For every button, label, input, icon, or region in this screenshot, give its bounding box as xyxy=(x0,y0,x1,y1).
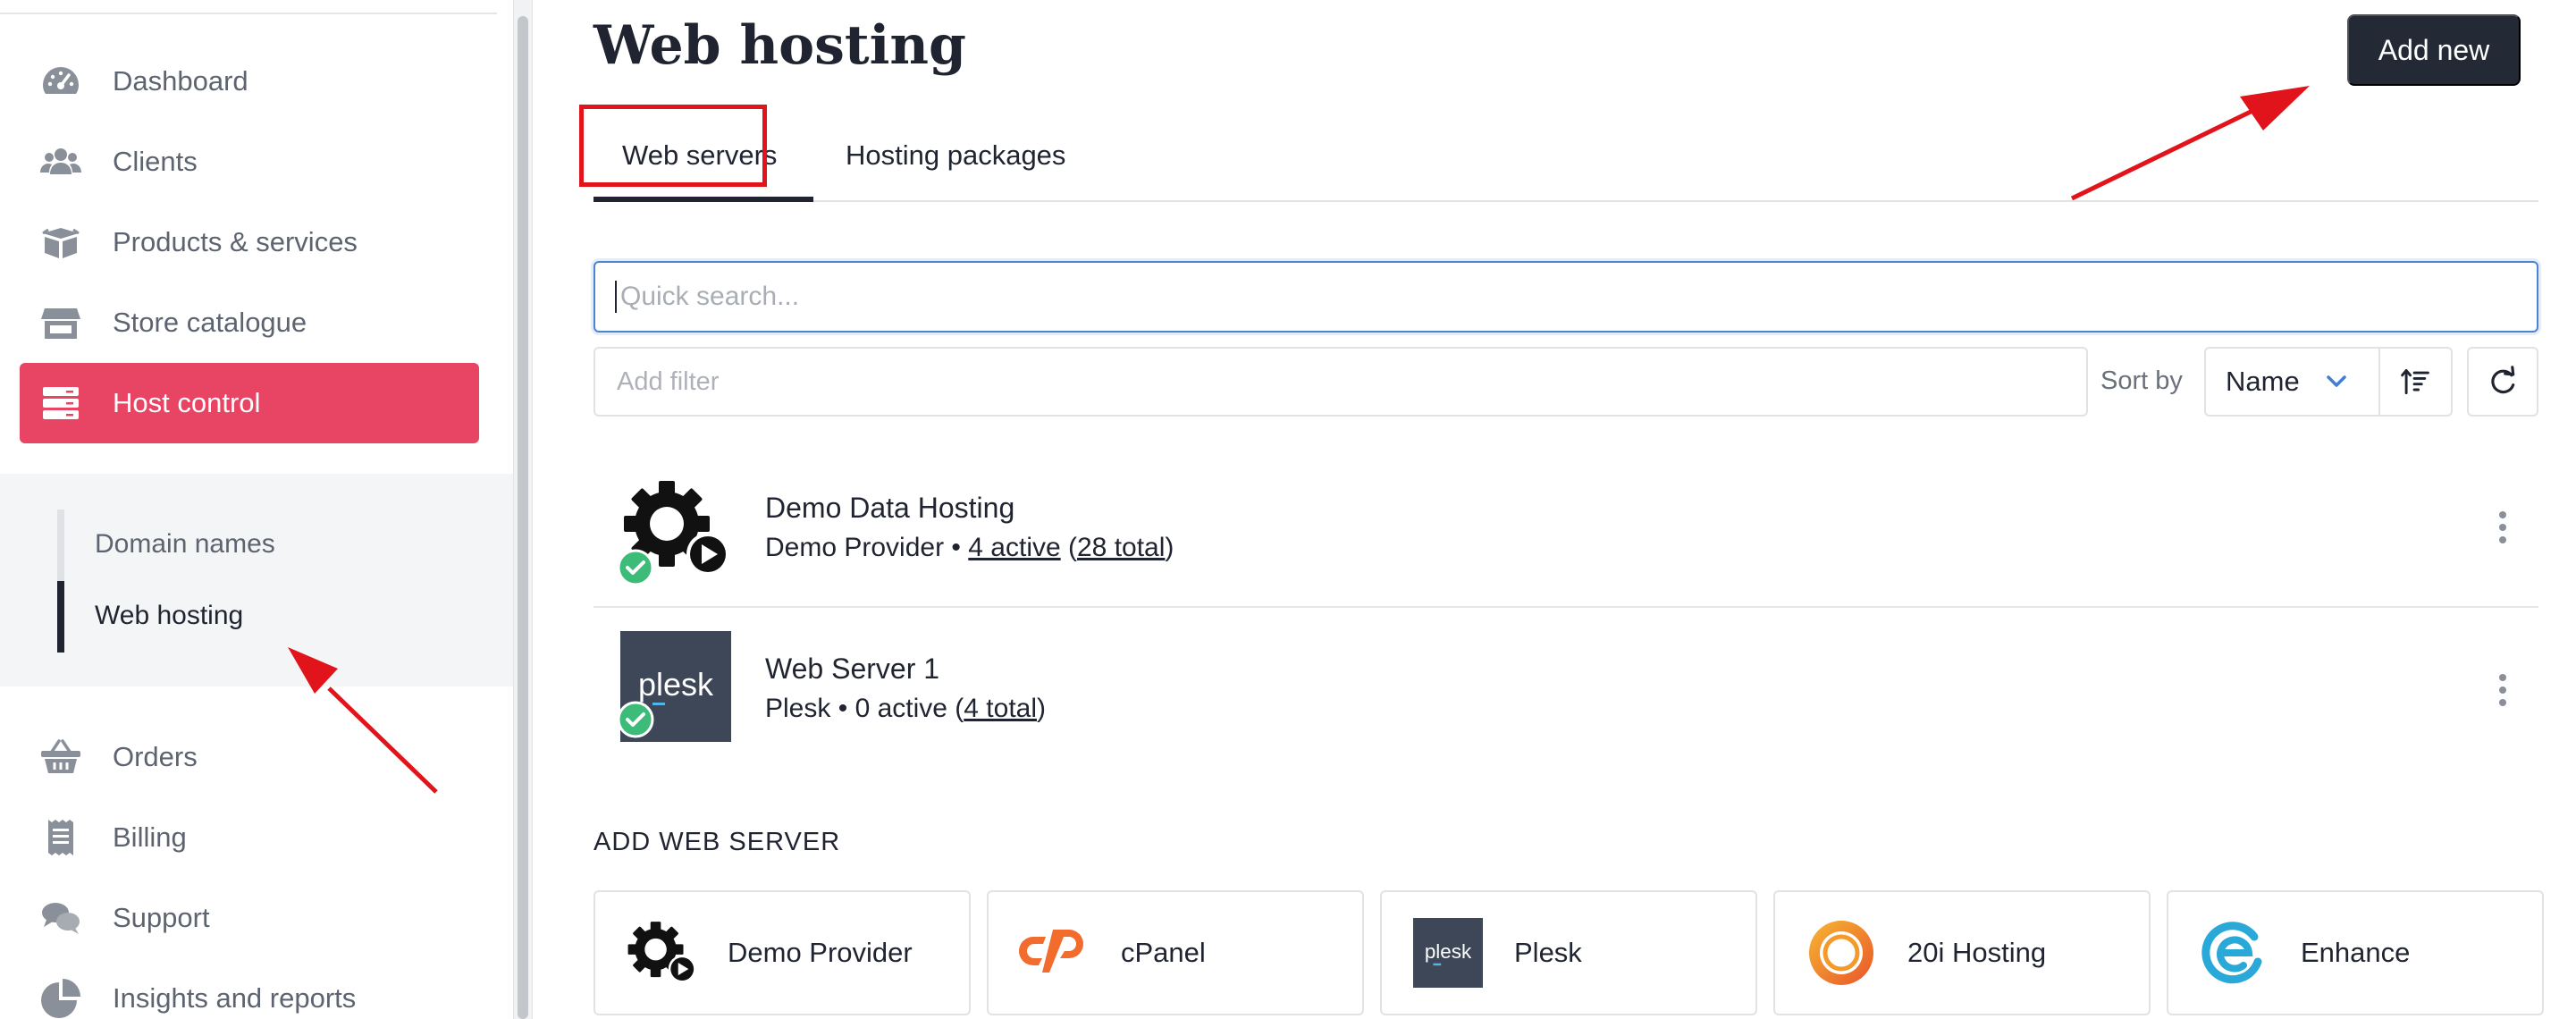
basket-icon xyxy=(38,734,84,780)
sidebar-scrollbar-thumb[interactable] xyxy=(518,16,528,1019)
refresh-button[interactable] xyxy=(2467,347,2538,417)
provider-card-demo-provider[interactable]: Demo Provider xyxy=(593,890,971,1015)
receipt-icon xyxy=(38,814,84,861)
sidebar-item-clients[interactable]: Clients xyxy=(20,122,479,202)
status-check-icon xyxy=(617,701,654,738)
products-icon xyxy=(38,219,84,265)
page-title: Web hosting xyxy=(593,14,967,77)
filter-field[interactable] xyxy=(593,347,2088,417)
tab-hosting-packages[interactable]: Hosting packages xyxy=(846,139,1065,172)
section-heading: ADD WEB SERVER xyxy=(593,828,841,856)
server-icon xyxy=(38,380,84,426)
sidebar-item-label: Clients xyxy=(113,146,198,177)
subnav-active-marker xyxy=(57,581,64,653)
provider-name: Enhance xyxy=(2301,937,2411,968)
sidebar-item-label: Store catalogue xyxy=(113,307,307,338)
chevron-down-icon xyxy=(2326,375,2346,387)
search-input[interactable] xyxy=(620,282,2497,312)
sort-select[interactable]: Name xyxy=(2206,349,2380,415)
more-options-icon[interactable] xyxy=(2496,510,2510,545)
provider-name: 20i Hosting xyxy=(1907,937,2047,968)
provider-name: cPanel xyxy=(1121,937,1206,968)
server-provider: Plesk xyxy=(765,694,831,723)
more-options-icon[interactable] xyxy=(2496,672,2510,708)
total-count-link[interactable]: 28 total xyxy=(1077,533,1165,562)
active-count-link[interactable]: 4 active xyxy=(968,533,1060,562)
tabs-divider xyxy=(593,200,2538,202)
provider-card-cpanel[interactable]: cPanel xyxy=(987,890,1364,1015)
server-name[interactable]: Demo Data Hosting xyxy=(765,492,1014,525)
sidebar-subitem-domain-names[interactable]: Domain names xyxy=(95,529,275,560)
sort-value: Name xyxy=(2226,366,2300,397)
provider-card-20i-hosting[interactable]: 20i Hosting xyxy=(1773,890,2151,1015)
provider-card-enhance[interactable]: Enhance xyxy=(2167,890,2544,1015)
provider-name: Demo Provider xyxy=(728,937,913,968)
sort-direction-button[interactable] xyxy=(2380,349,2451,415)
chat-icon xyxy=(38,895,84,941)
active-count: 0 active xyxy=(854,694,947,723)
sidebar-item-store-catalogue[interactable]: Store catalogue xyxy=(20,282,479,363)
clients-icon xyxy=(38,139,84,185)
sidebar-subitem-web-hosting[interactable]: Web hosting xyxy=(95,601,243,631)
sort-control: Name xyxy=(2204,347,2453,417)
dashboard-icon xyxy=(38,58,84,105)
sidebar-item-insights-reports[interactable]: Insights and reports xyxy=(20,958,479,1019)
sidebar: Dashboard Clients Products & services St… xyxy=(0,0,513,1019)
gear-play-icon xyxy=(626,917,697,989)
sidebar-item-label: Dashboard xyxy=(113,65,248,97)
add-new-button[interactable]: Add new xyxy=(2347,14,2521,86)
sidebar-item-host-control[interactable]: Host control xyxy=(20,363,479,443)
refresh-icon xyxy=(2491,366,2515,394)
plesk-logo-text: plesk xyxy=(638,666,714,703)
sidebar-item-label: Billing xyxy=(113,821,187,853)
meta-separator: • xyxy=(838,694,848,723)
provider-card-plesk[interactable]: plesk Plesk xyxy=(1380,890,1757,1015)
sidebar-subnav xyxy=(0,474,513,686)
plesk-logo: plesk xyxy=(1412,917,1484,989)
store-icon xyxy=(38,299,84,346)
server-name[interactable]: Web Server 1 xyxy=(765,653,939,686)
server-row[interactable]: plesk Web Server 1 Plesk • 0 active (4 t… xyxy=(593,606,2538,763)
app-root: Dashboard Clients Products & services St… xyxy=(0,0,2576,1019)
total-count-link[interactable]: 4 total xyxy=(964,694,1037,723)
pie-chart-icon xyxy=(38,975,84,1019)
sidebar-item-label: Products & services xyxy=(113,226,358,257)
sidebar-item-products-services[interactable]: Products & services xyxy=(20,202,479,282)
sidebar-item-billing[interactable]: Billing xyxy=(20,797,479,878)
provider-name: Plesk xyxy=(1514,937,1582,968)
sort-ascending-icon xyxy=(2401,368,2430,395)
text-caret xyxy=(615,281,617,313)
server-row[interactable]: Demo Data Hosting Demo Provider • 4 acti… xyxy=(593,449,2538,606)
status-check-icon xyxy=(617,549,654,586)
server-meta: Demo Provider • 4 active (28 total) xyxy=(765,533,1174,562)
quick-search[interactable] xyxy=(593,261,2538,333)
meta-separator: • xyxy=(951,533,961,562)
cpanel-logo xyxy=(1019,917,1090,989)
sort-label: Sort by xyxy=(2100,366,2183,395)
annotation-arrow-add-new xyxy=(2070,86,2310,201)
sidebar-item-label: Support xyxy=(113,902,210,933)
sidebar-item-support[interactable]: Support xyxy=(20,878,479,958)
sidebar-item-label: Host control xyxy=(113,387,261,418)
plesk-logo-text: plesk xyxy=(1425,940,1472,963)
sidebar-item-orders[interactable]: Orders xyxy=(20,717,479,797)
sidebar-item-dashboard[interactable]: Dashboard xyxy=(20,41,479,122)
annotation-highlight-box xyxy=(579,105,767,187)
server-meta: Plesk • 0 active (4 total) xyxy=(765,694,1047,723)
server-provider: Demo Provider xyxy=(765,533,945,562)
20i-logo xyxy=(1806,917,1877,989)
sidebar-item-label: Orders xyxy=(113,741,198,772)
filter-input[interactable] xyxy=(617,366,2047,397)
sidebar-item-label: Insights and reports xyxy=(113,982,357,1014)
sidebar-divider xyxy=(0,13,497,14)
tab-active-indicator xyxy=(593,197,813,202)
enhance-logo xyxy=(2199,917,2270,989)
